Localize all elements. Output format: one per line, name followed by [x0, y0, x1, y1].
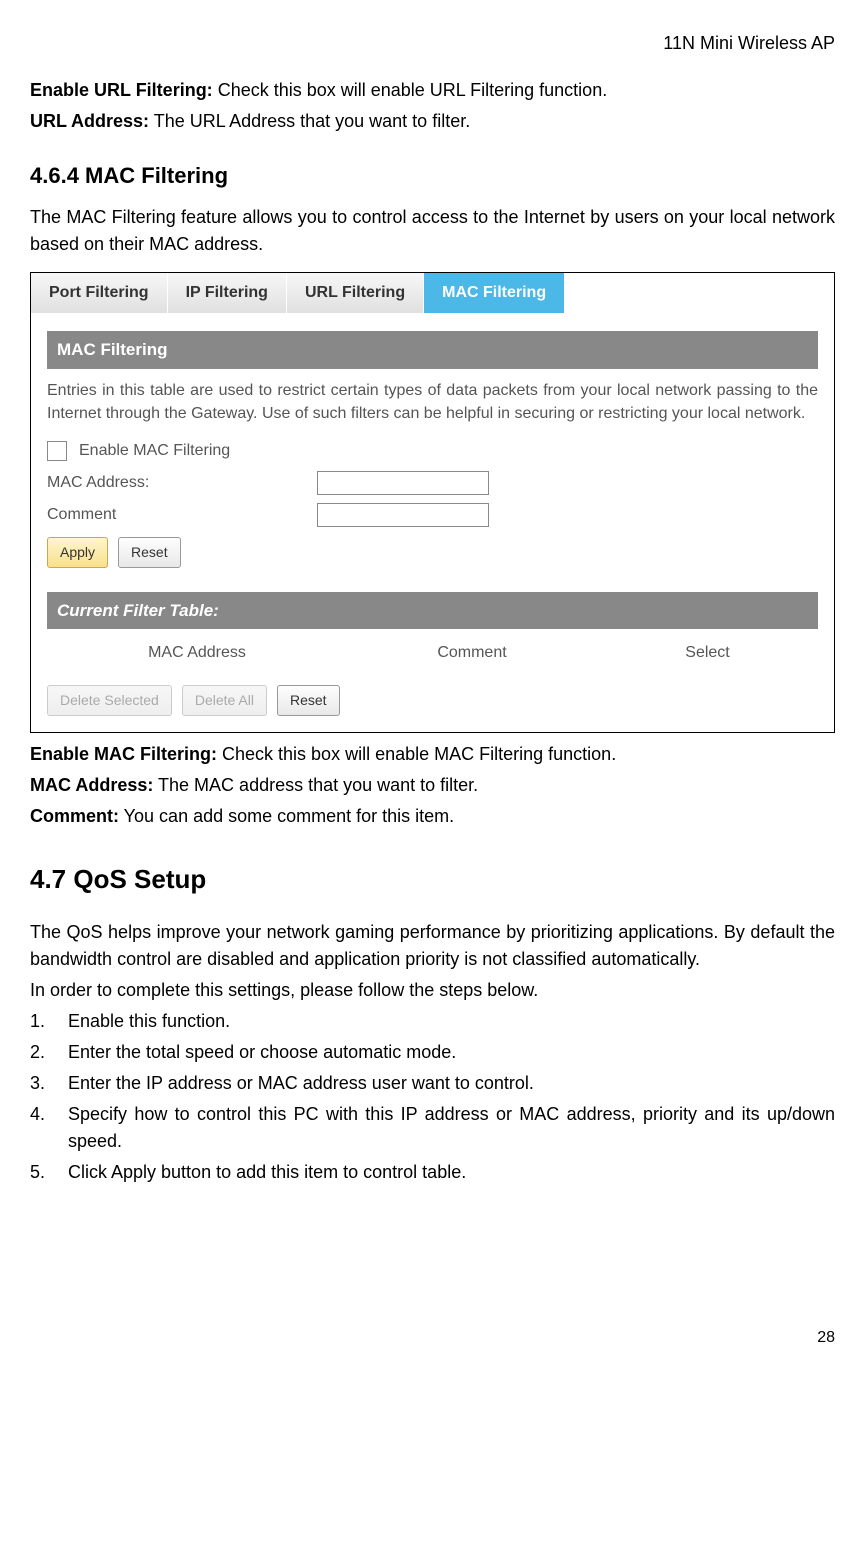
- reset-table-button[interactable]: Reset: [277, 685, 340, 716]
- list-number: 3.: [30, 1070, 68, 1097]
- comment-def-desc: You can add some comment for this item.: [119, 806, 454, 826]
- qos-para1: The QoS helps improve your network gamin…: [30, 919, 835, 973]
- tab-bar: Port Filtering IP Filtering URL Filterin…: [31, 273, 834, 313]
- apply-reset-row: Apply Reset: [47, 537, 818, 568]
- table-buttons-row: Delete Selected Delete All Reset: [47, 685, 818, 716]
- url-filtering-desc: Check this box will enable URL Filtering…: [213, 80, 608, 100]
- panel-description: Entries in this table are used to restri…: [47, 379, 818, 425]
- list-text: Enable this function.: [68, 1008, 835, 1035]
- url-address-label: URL Address:: [30, 111, 149, 131]
- section-464-para: The MAC Filtering feature allows you to …: [30, 204, 835, 258]
- enable-mac-definition: Enable MAC Filtering: Check this box wil…: [30, 741, 835, 768]
- list-text: Enter the IP address or MAC address user…: [68, 1070, 835, 1097]
- mac-address-label: MAC Address:: [47, 471, 317, 495]
- mac-address-input[interactable]: [317, 471, 489, 495]
- tab-mac-filtering[interactable]: MAC Filtering: [424, 273, 565, 313]
- url-filtering-label: Enable URL Filtering:: [30, 80, 213, 100]
- delete-all-button[interactable]: Delete All: [182, 685, 267, 716]
- list-number: 2.: [30, 1039, 68, 1066]
- mac-addr-def-desc: The MAC address that you want to filter.: [153, 775, 478, 795]
- comment-def-label: Comment:: [30, 806, 119, 826]
- mac-address-definition: MAC Address: The MAC address that you wa…: [30, 772, 835, 799]
- list-number: 4.: [30, 1101, 68, 1155]
- filter-table-header: MAC Address Comment Select: [47, 635, 818, 675]
- list-number: 1.: [30, 1008, 68, 1035]
- heading-47: 4.7 QoS Setup: [30, 860, 835, 899]
- comment-label: Comment: [47, 503, 317, 527]
- list-number: 5.: [30, 1159, 68, 1186]
- col-mac-address: MAC Address: [47, 641, 347, 665]
- mac-filtering-ui-figure: Port Filtering IP Filtering URL Filterin…: [30, 272, 835, 733]
- mac-addr-def-label: MAC Address:: [30, 775, 153, 795]
- col-comment: Comment: [347, 641, 597, 665]
- list-item: 4.Specify how to control this PC with th…: [30, 1101, 835, 1155]
- reset-button[interactable]: Reset: [118, 537, 181, 568]
- mac-filtering-panel: MAC Filtering Entries in this table are …: [31, 313, 834, 732]
- enable-mac-label: Enable MAC Filtering: [79, 439, 230, 463]
- enable-mac-def-label: Enable MAC Filtering:: [30, 744, 217, 764]
- list-item: 5.Click Apply button to add this item to…: [30, 1159, 835, 1186]
- mac-address-row: MAC Address:: [47, 471, 818, 495]
- tab-ip-filtering[interactable]: IP Filtering: [168, 273, 287, 313]
- url-filtering-definition: Enable URL Filtering: Check this box wil…: [30, 77, 835, 104]
- panel-title: MAC Filtering: [47, 331, 818, 369]
- enable-mac-def-desc: Check this box will enable MAC Filtering…: [217, 744, 616, 764]
- tab-url-filtering[interactable]: URL Filtering: [287, 273, 424, 313]
- qos-steps-list: 1.Enable this function. 2.Enter the tota…: [30, 1008, 835, 1186]
- list-item: 3.Enter the IP address or MAC address us…: [30, 1070, 835, 1097]
- url-address-definition: URL Address: The URL Address that you wa…: [30, 108, 835, 135]
- heading-464: 4.6.4 MAC Filtering: [30, 159, 835, 192]
- url-address-desc: The URL Address that you want to filter.: [149, 111, 470, 131]
- list-item: 1.Enable this function.: [30, 1008, 835, 1035]
- list-text: Specify how to control this PC with this…: [68, 1101, 835, 1155]
- col-select: Select: [597, 641, 818, 665]
- page-number: 28: [30, 1326, 835, 1350]
- comment-definition: Comment: You can add some comment for th…: [30, 803, 835, 830]
- apply-button[interactable]: Apply: [47, 537, 108, 568]
- enable-mac-row: Enable MAC Filtering: [47, 439, 818, 463]
- list-text: Click Apply button to add this item to c…: [68, 1159, 835, 1186]
- list-text: Enter the total speed or choose automati…: [68, 1039, 835, 1066]
- comment-input[interactable]: [317, 503, 489, 527]
- page-header: 11N Mini Wireless AP: [30, 30, 835, 57]
- enable-mac-checkbox[interactable]: [47, 441, 67, 461]
- comment-row: Comment: [47, 503, 818, 527]
- delete-selected-button[interactable]: Delete Selected: [47, 685, 172, 716]
- filter-table-title: Current Filter Table:: [47, 592, 818, 630]
- qos-para2: In order to complete this settings, plea…: [30, 977, 835, 1004]
- list-item: 2.Enter the total speed or choose automa…: [30, 1039, 835, 1066]
- tab-port-filtering[interactable]: Port Filtering: [31, 273, 168, 313]
